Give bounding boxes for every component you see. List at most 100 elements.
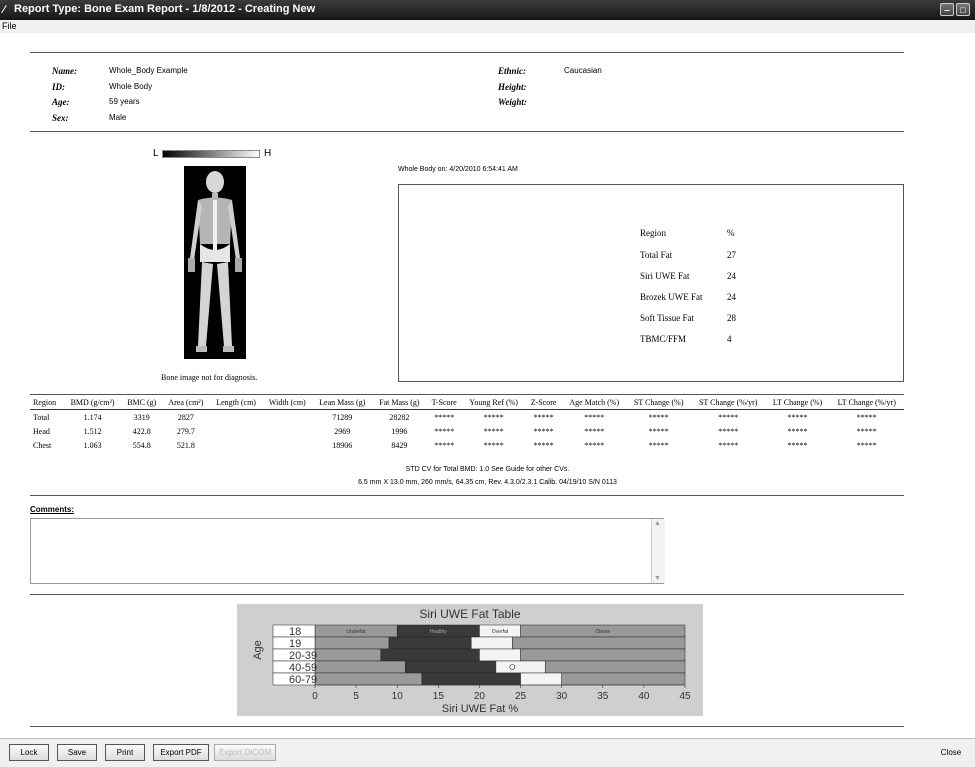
column-header: Z-Score xyxy=(525,395,562,410)
export-dicom-button[interactable]: Export DICOM xyxy=(214,744,276,761)
age-category-label: 18 xyxy=(289,626,301,638)
table-row: Chest 1.063 554.8 521.8 18906 8429 *****… xyxy=(30,438,904,452)
comments-scrollbar[interactable]: ▲ ▼ xyxy=(651,519,665,583)
table-cell: 3319 xyxy=(133,412,150,422)
column-header: Age Match (%) xyxy=(561,395,627,410)
table-cell: 1996 xyxy=(391,426,408,436)
table-cell xyxy=(263,438,313,452)
zone-label: Overfat xyxy=(492,629,509,635)
scroll-up-icon[interactable]: ▲ xyxy=(654,520,661,527)
chart-x-label: Siri UWE Fat % xyxy=(442,703,519,715)
x-tick-label: 15 xyxy=(433,691,445,702)
table-cell: ***** xyxy=(648,412,669,422)
patient-marker xyxy=(509,664,516,670)
table-cell: ***** xyxy=(533,412,554,422)
results-table: Region BMD (g/cm²) BMC (g) Area (cm²) Le… xyxy=(30,395,904,452)
table-cell: ***** xyxy=(483,440,504,450)
fat-zone-bar xyxy=(380,648,480,662)
divider xyxy=(30,131,904,132)
save-button[interactable]: Save xyxy=(57,744,97,761)
name-label: Name: xyxy=(52,66,77,76)
table-cell: ***** xyxy=(787,426,808,436)
x-tick-label: 45 xyxy=(679,691,691,702)
table-cell: 2969 xyxy=(334,426,351,436)
column-header: Area (cm²) xyxy=(162,395,210,410)
table-cell: 1.063 xyxy=(83,440,102,450)
siri-uwe-fat-chart: Siri UWE Fat Table Age Siri UWE Fat % 18… xyxy=(252,607,691,715)
lock-button[interactable]: Lock xyxy=(9,744,49,761)
composition-value: 28 xyxy=(727,313,736,323)
column-header: Length (cm) xyxy=(209,395,263,410)
table-cell: 18906 xyxy=(332,440,353,450)
composition-label: Brozek UWE Fat xyxy=(640,292,703,302)
comments-textarea[interactable] xyxy=(30,518,664,584)
column-header: BMC (g) xyxy=(121,395,163,410)
table-cell xyxy=(263,410,313,425)
column-header: Lean Mass (g) xyxy=(312,395,373,410)
x-tick-label: 35 xyxy=(597,691,609,702)
table-cell: ***** xyxy=(434,426,455,436)
table-cell: ***** xyxy=(787,412,808,422)
column-header: LT Change (%/yr) xyxy=(829,395,904,410)
id-label: ID: xyxy=(52,82,65,92)
x-tick-label: 10 xyxy=(392,691,404,702)
x-tick-label: 40 xyxy=(638,691,650,702)
fat-zone-bar xyxy=(520,672,562,686)
patient-sex: Male xyxy=(109,113,127,122)
table-header-row: Region BMD (g/cm²) BMC (g) Area (cm²) Le… xyxy=(30,395,904,410)
comments-label: Comments: xyxy=(30,505,75,514)
table-cell: 28282 xyxy=(389,412,410,422)
table-cell: 279.7 xyxy=(176,426,195,436)
fat-zone-bar xyxy=(479,648,521,662)
zone-label: Underfat xyxy=(347,629,367,635)
scale-low-label: L xyxy=(153,148,159,159)
table-cell: ***** xyxy=(787,440,808,450)
table-cell: Total xyxy=(33,412,50,422)
table-cell: ***** xyxy=(856,440,877,450)
fat-zone-bar xyxy=(388,636,472,650)
chart-title: Siri UWE Fat Table xyxy=(419,607,520,621)
height-label: Height: xyxy=(498,82,527,92)
table-cell: Head xyxy=(33,426,50,436)
fat-zone-bar xyxy=(405,660,497,674)
column-header: Fat Mass (g) xyxy=(372,395,427,410)
composition-value: 4 xyxy=(727,334,732,344)
scroll-down-icon[interactable]: ▼ xyxy=(654,575,661,582)
image-caption: Bone image not for diagnosis. xyxy=(161,373,258,382)
export-pdf-button[interactable]: Export PDF xyxy=(153,744,209,761)
chart-y-label: Age xyxy=(252,640,264,660)
ethnic-label: Ethnic: xyxy=(498,66,527,76)
table-cell: 554.8 xyxy=(132,440,151,450)
composition-header-percent: % xyxy=(727,228,735,238)
scan-info: Whole Body on: 4/20/2010 6:54:41 AM xyxy=(398,166,518,173)
table-cell: ***** xyxy=(718,412,739,422)
fat-zone-bar xyxy=(561,672,686,686)
table-cell: ***** xyxy=(483,412,504,422)
table-cell: 422.8 xyxy=(132,426,151,436)
cv-note: STD CV for Total BMD: 1.0 See Guide for … xyxy=(405,466,570,473)
print-button[interactable]: Print xyxy=(105,744,145,761)
divider xyxy=(30,495,904,496)
table-row: Head 1.512 422.8 279.7 2969 1996 ***** *… xyxy=(30,424,904,438)
weight-label: Weight: xyxy=(498,97,527,107)
table-cell: ***** xyxy=(718,426,739,436)
zone-label: Healthy xyxy=(430,629,447,635)
table-cell: ***** xyxy=(584,440,605,450)
fat-zone-bar xyxy=(421,672,521,686)
table-cell: Chest xyxy=(33,440,52,450)
composition-label: Total Fat xyxy=(640,250,673,260)
x-tick-label: 25 xyxy=(515,691,527,702)
column-header: Region xyxy=(30,395,64,410)
grayscale-bar xyxy=(162,150,260,158)
patient-age: 59 years xyxy=(109,97,140,106)
close-button[interactable]: Close xyxy=(931,744,971,761)
composition-value: 27 xyxy=(727,250,736,260)
table-row: Total 1.174 3319 2827 71289 28282 ***** … xyxy=(30,410,904,425)
age-category-label: 60-79 xyxy=(289,674,317,686)
table-cell: ***** xyxy=(718,440,739,450)
bone-scan-image xyxy=(184,166,246,359)
sex-label: Sex: xyxy=(52,113,69,123)
table-cell: ***** xyxy=(533,426,554,436)
composition-label: Soft Tissue Fat xyxy=(640,313,695,323)
table-cell: 521.8 xyxy=(176,440,195,450)
